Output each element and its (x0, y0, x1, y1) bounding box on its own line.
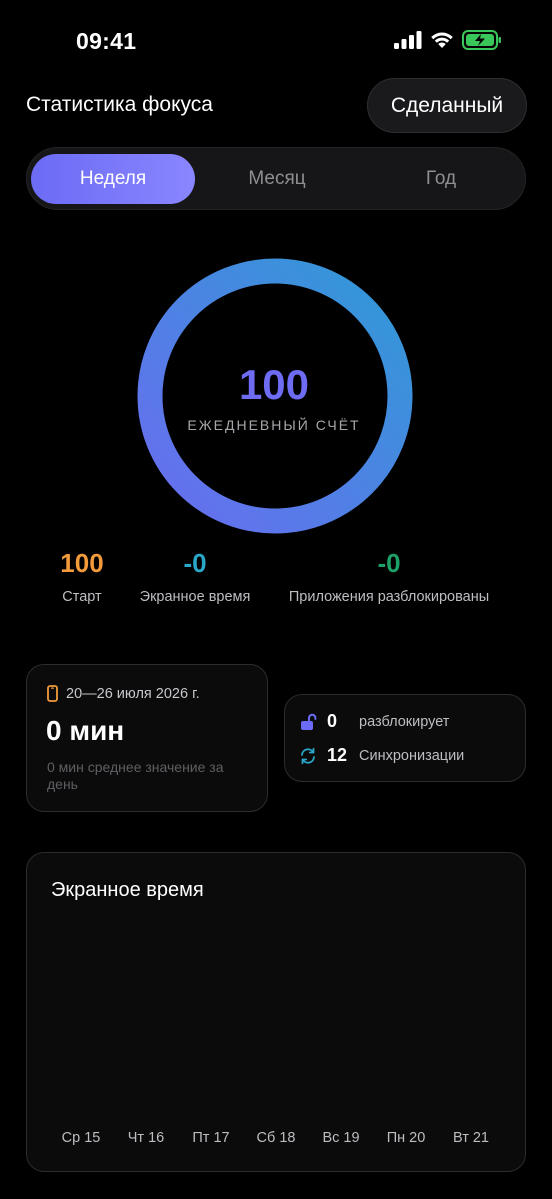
unlocks-count: 0 (327, 711, 338, 731)
average-per-day: 0 мин среднее значение за день (47, 759, 224, 792)
phone-icon (47, 685, 58, 702)
tab-month[interactable]: Месяц (195, 154, 359, 204)
x-tick-label: Вс 19 (322, 1130, 360, 1146)
sync-icon (301, 747, 315, 764)
period-tabs: Неделя Месяц Год (26, 147, 526, 210)
status-bar: 09:41 (0, 0, 552, 80)
x-tick-label: Ср 15 (61, 1130, 101, 1146)
stat-screen-time: -0 Экранное время (130, 548, 260, 605)
status-time: 09:41 (76, 28, 137, 54)
syncs-row: 12 Синхронизации (299, 745, 464, 766)
date-range-row: 20—26 июля 2026 г. (47, 685, 200, 702)
score-value: 100 (238, 361, 310, 408)
stat-apps-unlocked-value: -0 (377, 548, 401, 578)
x-tick-label: Сб 18 (256, 1130, 296, 1146)
counters-card: 0 разблокирует 12 Синхронизации (284, 694, 526, 782)
status-icons (394, 30, 502, 50)
date-range: 20—26 июля 2026 г. (66, 685, 200, 702)
x-tick-label: Пн 20 (386, 1130, 426, 1146)
stat-screen-time-value: -0 (183, 548, 207, 578)
stat-start-value: 100 (60, 548, 104, 578)
tab-year[interactable]: Год (359, 154, 523, 204)
stat-apps-unlocked: -0 Приложения разблокированы (282, 548, 496, 605)
stat-apps-unlocked-label: Приложения разблокированы (288, 589, 490, 605)
x-tick-label: Вт 21 (453, 1130, 489, 1146)
daily-score-ring: 100 ЕЖЕДНЕВНЫЙ СЧЁТ (136, 257, 416, 537)
signal-icon (394, 31, 422, 49)
done-button[interactable]: Сделанный (367, 78, 527, 133)
page-title: Статистика фокуса (26, 93, 213, 116)
chart-bars (27, 893, 527, 1133)
stat-start-label: Старт (62, 589, 102, 605)
total-screen-time: 0 мин (46, 715, 125, 746)
weekly-summary-card[interactable]: 20—26 июля 2026 г. 0 мин 0 мин среднее з… (26, 664, 268, 812)
battery-charging-icon (462, 30, 501, 50)
unlocks-label: разблокирует (359, 713, 450, 730)
syncs-label: Синхронизации (359, 747, 465, 764)
stat-screen-time-label: Экранное время (139, 589, 251, 605)
screen-time-chart-card: Экранное время Ср 15 Чт 16 Пт 17 Сб 18 Вс 19… (26, 852, 526, 1172)
x-tick-label: Чт 16 (127, 1130, 165, 1146)
unlock-icon (301, 713, 317, 730)
syncs-count: 12 (327, 745, 348, 765)
x-tick-label: Пт 17 (192, 1130, 230, 1146)
chart-x-axis: Ср 15 Чт 16 Пт 17 Сб 18 Вс 19 Пн 20 Вт 21 (51, 1130, 501, 1146)
score-label: ЕЖЕДНЕВНЫЙ СЧЁТ (187, 417, 361, 433)
tab-week[interactable]: Неделя (31, 154, 195, 204)
unlocks-row: 0 разблокирует (299, 711, 449, 732)
stat-start: 100 Старт (52, 548, 112, 605)
wifi-icon (431, 32, 453, 48)
